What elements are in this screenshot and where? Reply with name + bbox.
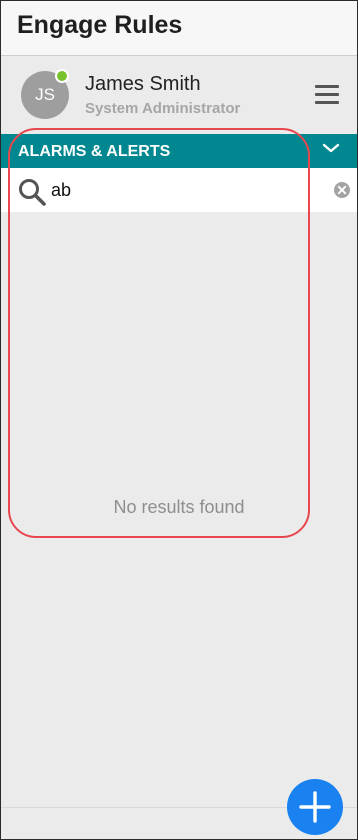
search-icon — [19, 179, 46, 206]
search-bar — [1, 168, 357, 212]
user-panel: JS James Smith System Administrator — [1, 57, 357, 133]
online-status-indicator — [55, 69, 69, 83]
user-name: James Smith — [85, 73, 201, 95]
empty-results-message: No results found — [113, 497, 245, 517]
section-header-alarms-alerts[interactable]: ALARMS & ALERTS — [1, 134, 357, 168]
section-title: ALARMS & ALERTS — [18, 143, 171, 160]
page-title: Engage Rules — [17, 11, 183, 39]
clear-circle-x-icon[interactable] — [333, 181, 351, 199]
search-input[interactable] — [51, 176, 321, 204]
user-role: System Administrator — [85, 100, 241, 117]
avatar-initials: JS — [35, 85, 55, 104]
plus-icon — [299, 791, 331, 823]
add-button[interactable] — [287, 779, 343, 835]
chevron-down-icon[interactable] — [321, 140, 341, 156]
app-window: Engage Rules JS James Smith System Admin… — [0, 0, 358, 840]
hamburger-menu-icon[interactable] — [313, 83, 341, 105]
app-header: Engage Rules — [1, 1, 357, 56]
